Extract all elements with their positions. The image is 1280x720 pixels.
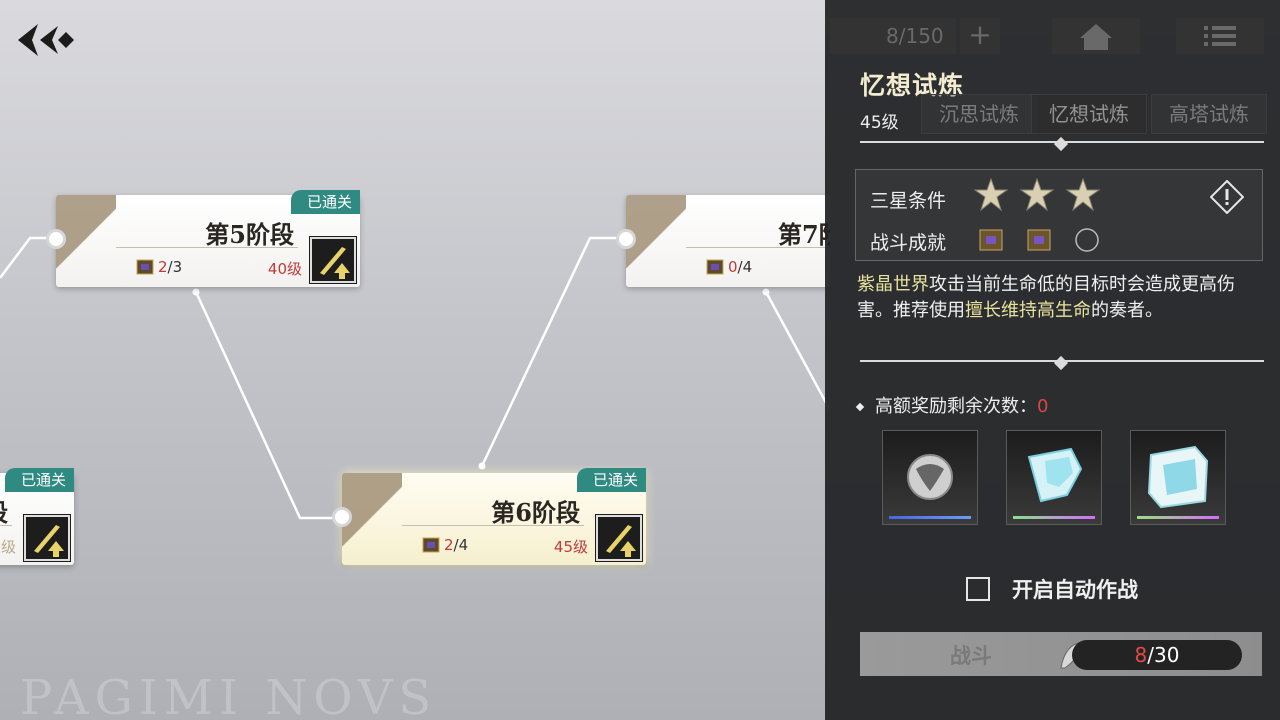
conditions-box: 三星条件 战斗成就 (855, 169, 1263, 261)
achievements-label: 战斗成就 (870, 232, 947, 254)
sword-upgrade-button[interactable] (23, 514, 71, 562)
battle-button[interactable]: 战斗 8/30 (860, 632, 1262, 676)
rarity-bar (1013, 516, 1095, 519)
back-arrow-icon (18, 24, 74, 56)
stage-port (616, 229, 636, 249)
desc-highlight-2: 擅长维持高生命 (965, 300, 1091, 321)
sword-up-icon (320, 247, 350, 279)
stars-label: 三星条件 (870, 190, 947, 212)
stage-card-6[interactable]: 已通关 第6阶段 2/4 45级 (332, 468, 646, 565)
stage-connections (0, 236, 830, 520)
crystal-shard-icon (1027, 447, 1083, 503)
stage-card-7[interactable]: 第7阶 0/4 50 (616, 195, 830, 287)
stage-progress: 2/3 (158, 258, 183, 276)
reward-item-cube[interactable] (1130, 430, 1226, 525)
star-icon (1020, 178, 1054, 212)
tab-contemplation[interactable]: 沉思试炼 (921, 94, 1037, 134)
stage-card-5[interactable]: 已通关 第5阶段 2/3 40级 (46, 190, 360, 287)
stage-name: 段 (0, 493, 8, 528)
add-stamina-button[interactable]: + (960, 18, 1000, 54)
auto-battle-label: 开启自动作战 (1012, 578, 1138, 602)
stage-divider (686, 247, 830, 248)
stage-level: 40级 (267, 260, 302, 278)
stage-level: 45级 (553, 538, 588, 556)
stage-card-4[interactable]: 已通关 段 级 (0, 468, 74, 565)
menu-button[interactable] (1176, 18, 1264, 54)
desc-highlight-1: 紫晶世界 (857, 274, 929, 295)
home-icon (1080, 24, 1112, 50)
stage-detail-panel: 忆想试炼 45级 沉思试炼 忆想试炼 高塔试炼 三星条件 战斗成就 紫晶世界攻击… (825, 0, 1280, 720)
stage-divider (0, 525, 12, 526)
stage-name: 第5阶段 (205, 220, 294, 249)
chest-icon (706, 259, 724, 275)
sword-up-icon (34, 525, 64, 557)
stage-name: 第6阶段 (491, 498, 580, 527)
star-icon (974, 178, 1008, 212)
battle-label: 战斗 (950, 643, 992, 668)
stage-map: PAGIMI NOVS 已通关 第5阶段 2/3 40级 已通关 第6阶段 2/… (0, 0, 830, 720)
top-bar: 8/150 + (830, 18, 1280, 58)
stamina-counter: 8/150 (830, 18, 956, 54)
reward-count: 0 (1037, 396, 1049, 417)
stage-port (46, 229, 66, 249)
cleared-badge: 已通关 (576, 468, 646, 492)
sword-upgrade-button[interactable] (595, 514, 643, 562)
battle-stamina-cost: 8/30 (1072, 640, 1242, 670)
stage-progress: 0/4 (728, 258, 753, 276)
info-warning-icon[interactable] (1210, 180, 1244, 214)
stage-level: 级 (0, 538, 16, 556)
tab-recollection[interactable]: 忆想试炼 (1031, 94, 1147, 134)
rarity-bar (1137, 516, 1219, 519)
cleared-badge: 已通关 (4, 468, 74, 492)
rarity-bar (889, 516, 971, 519)
stage-divider (116, 247, 298, 248)
star-icon (1066, 178, 1100, 212)
achievement-chest-icon (979, 229, 1003, 251)
divider-middle (860, 355, 1264, 371)
achievement-empty-icon (1075, 228, 1099, 252)
achievement-chest-icon (1027, 229, 1051, 251)
silver-orb-icon (907, 454, 953, 500)
divider-top (860, 136, 1264, 152)
stage-progress: 2/4 (444, 536, 469, 554)
stage-name: 第7阶 (778, 220, 830, 249)
sword-upgrade-button[interactable] (309, 236, 357, 284)
crystal-cube-icon (1147, 445, 1209, 509)
reward-item-orb[interactable] (882, 430, 978, 525)
chest-icon (136, 259, 154, 275)
desc-text-2: 的奏者。 (1091, 300, 1163, 321)
reward-item-shard[interactable] (1006, 430, 1102, 525)
auto-battle-checkbox[interactable] (966, 577, 990, 601)
stage-divider (402, 525, 584, 526)
chest-icon (422, 537, 440, 553)
stage-description: 紫晶世界攻击当前生命低的目标时会造成更高伤害。推荐使用擅长维持高生命的奏者。 (857, 272, 1267, 324)
cleared-badge: 已通关 (290, 190, 360, 214)
logo-watermark: PAGIMI NOVS (20, 670, 438, 720)
reward-remaining: 高额奖励剩余次数：0 (855, 392, 1049, 418)
back-button[interactable] (14, 20, 78, 60)
tab-tower[interactable]: 高塔试炼 (1151, 94, 1267, 134)
reward-label: 高额奖励剩余次数： (875, 396, 1037, 417)
sword-up-icon (606, 525, 636, 557)
diamond-bullet-icon (855, 402, 865, 412)
menu-list-icon (1204, 26, 1236, 46)
home-button[interactable] (1052, 18, 1140, 54)
stage-port (332, 507, 352, 527)
panel-level: 45级 (860, 113, 899, 133)
